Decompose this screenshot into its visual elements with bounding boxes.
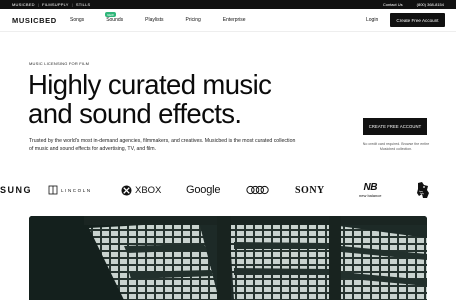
divider: | [37, 2, 39, 7]
nav-songs[interactable]: Songs [70, 17, 84, 23]
glass-ceiling-photo [29, 216, 427, 300]
login-link[interactable]: Login [366, 17, 378, 23]
samsung-logo: SUNG [0, 185, 33, 195]
create-account-button[interactable]: Create Free Account [390, 13, 445, 27]
audi-rings-icon [246, 185, 269, 195]
create-free-account-button[interactable]: CREATE FREE ACCOUNT [363, 118, 427, 135]
dog-mascot-logo [415, 178, 431, 202]
lincoln-star-icon [48, 185, 58, 195]
new-badge: NEW [105, 12, 116, 17]
brand-switcher: MUSICBED | FILMSUPPLY | STILLS [12, 2, 90, 7]
headline-line-1: Highly curated music [28, 69, 272, 100]
brand-stills-link[interactable]: STILLS [76, 2, 91, 7]
new-balance-logo: NB new balance [359, 178, 381, 202]
nav-sounds-label: Sounds [106, 17, 124, 23]
nav-sounds[interactable]: NEW Sounds [105, 12, 124, 23]
hero-image [29, 216, 427, 300]
brand-musicbed-link[interactable]: MUSICBED [12, 2, 35, 7]
hero-description: Trusted by the world's most in-demand ag… [29, 138, 296, 152]
nav-playlists[interactable]: Playlists [145, 17, 163, 23]
cta-note: No credit card required. Browse the enti… [362, 142, 430, 151]
google-logo: Google [186, 184, 221, 196]
lincoln-wordmark: LINCOLN [61, 187, 92, 193]
divider: | [71, 2, 73, 7]
contact-link[interactable]: Contact Us [383, 2, 403, 7]
audi-logo [246, 178, 269, 202]
xbox-wordmark: XBOX [135, 184, 162, 196]
client-logo-strip: SUNG LINCOLN XBOX Google SONY NB new bal… [0, 178, 456, 202]
xbox-logo: XBOX [121, 178, 161, 202]
sony-logo: SONY [295, 184, 325, 196]
main-navigation: MUSICBED Songs NEW Sounds Playlists Pric… [0, 9, 456, 32]
nav-pricing[interactable]: Pricing [186, 17, 201, 23]
nav-enterprise[interactable]: Enterprise [223, 17, 246, 23]
dog-icon [417, 182, 429, 198]
headline-line-2: and sound effects. [28, 98, 242, 129]
new-balance-wordmark: new balance [359, 192, 382, 198]
nav-links: Songs NEW Sounds Playlists Pricing Enter… [70, 12, 246, 23]
topbar-contact: Contact Us (800) 368-8154 [383, 2, 444, 7]
lincoln-logo: LINCOLN [48, 178, 92, 202]
hero-eyebrow: MUSIC LICENSING FOR FILM [29, 61, 90, 66]
musicbed-logo[interactable]: MUSICBED [12, 16, 57, 25]
xbox-sphere-icon [121, 184, 132, 196]
phone-link[interactable]: (800) 368-8154 [417, 2, 444, 7]
top-utility-bar: MUSICBED | FILMSUPPLY | STILLS Contact U… [0, 0, 456, 9]
hero-headline: Highly curated music and sound effects. [28, 70, 358, 128]
brand-filmsupply-link[interactable]: FILMSUPPLY [42, 2, 69, 7]
nb-monogram-icon: NB [363, 181, 378, 193]
